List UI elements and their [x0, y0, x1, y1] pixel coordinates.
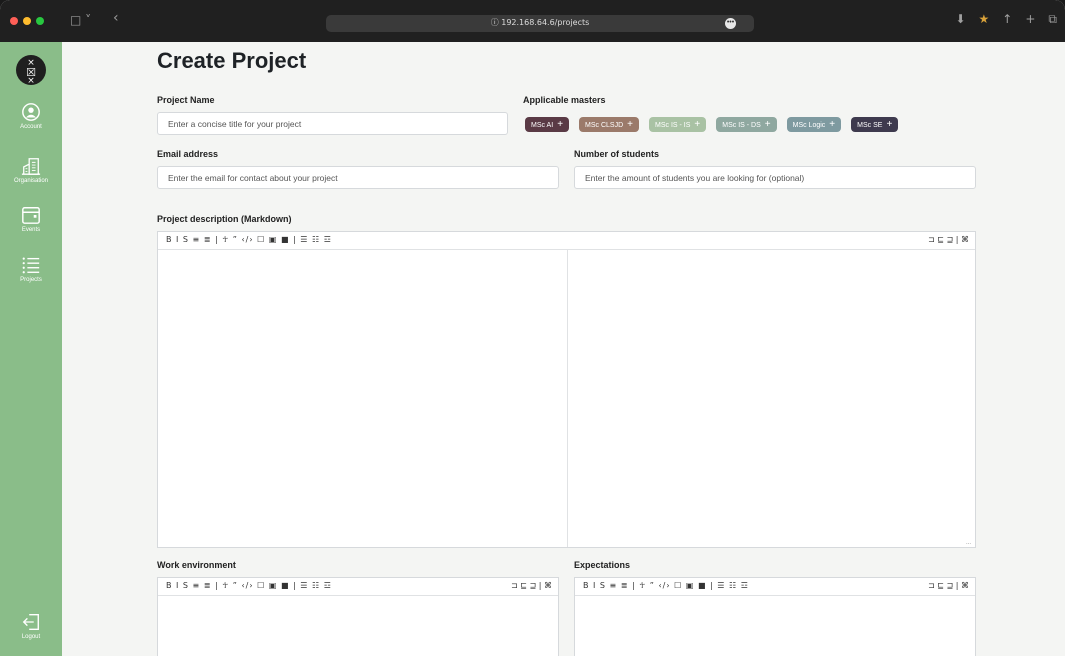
view-mode-tools[interactable]: ⊐ ⊑ ⊒ | ⌘ — [511, 581, 552, 590]
logout-icon — [22, 614, 39, 630]
formatting-tools[interactable]: B I S ≡ ≣ | ☥ ” ‹/› ☐ ▣ ■ | ☰ ☷ ☲ — [583, 581, 749, 590]
masters-chip-group: MSc AI + MSc CLSJD + MSc IS - IS + MSc IS -… — [525, 117, 899, 132]
new-tab-icon[interactable]: + — [1025, 12, 1035, 27]
maximize-window-button[interactable] — [36, 17, 44, 25]
chip-msc-is-ds[interactable]: MSc IS - DS + — [716, 117, 777, 132]
share-icon[interactable]: ↑ — [1002, 12, 1012, 27]
add-icon[interactable]: + — [886, 119, 892, 130]
browser-titlebar: □ ˅ ‹ ⓘ 192.168.64.6/projects ••• ⬇ ★ ↑ … — [0, 0, 1065, 42]
extension-icon[interactable]: ★ — [979, 12, 990, 27]
resize-handle[interactable]: ... — [966, 540, 971, 546]
add-icon[interactable]: + — [627, 119, 633, 130]
download-icon[interactable]: ⬇ — [955, 12, 965, 27]
sidebar-item-label: Account — [20, 124, 42, 130]
window-controls — [10, 17, 44, 25]
email-label: Email address — [157, 149, 219, 159]
calendar-icon — [22, 207, 40, 224]
expectations-editor[interactable]: B I S ≡ ≣ | ☥ ” ‹/› ☐ ▣ ■ | ☰ ☷ ☲ ⊐ ⊑ ⊒ … — [574, 577, 976, 656]
email-field[interactable]: Enter the email for contact about your p… — [157, 166, 559, 189]
work-environment-editor[interactable]: B I S ≡ ≣ | ☥ ” ‹/› ☐ ▣ ■ | ☰ ☷ ☲ ⊐ ⊑ ⊒ … — [157, 577, 559, 656]
minimize-window-button[interactable] — [23, 17, 31, 25]
project-name-input[interactable]: Enter a concise title for your project — [157, 112, 508, 135]
chip-msc-se[interactable]: MSc SE + — [851, 117, 899, 132]
editor-toolbar: B I S ≡ ≣ | ☥ ” ‹/› ☐ ▣ ■ | ☰ ☷ ☲ ⊐ ⊑ ⊒ … — [158, 232, 975, 250]
chip-msc-clsjd[interactable]: MSc CLSJD + — [579, 117, 639, 132]
back-icon[interactable]: ‹ — [113, 11, 119, 25]
page-title: Create Project — [157, 48, 307, 73]
work-environment-label: Work environment — [157, 560, 236, 570]
logout-button[interactable]: Logout — [0, 612, 62, 640]
organisation-icon — [21, 158, 41, 175]
sidebar-item-organisation[interactable]: Organisation — [0, 156, 62, 184]
sidebar-item-account[interactable]: Account — [0, 102, 62, 130]
sidebar-toggle-icon[interactable]: □ ˅ — [70, 13, 91, 27]
close-window-button[interactable] — [10, 17, 18, 25]
browser-window: □ ˅ ‹ ⓘ 192.168.64.6/projects ••• ⬇ ★ ↑ … — [0, 0, 1065, 656]
view-mode-tools[interactable]: ⊐ ⊑ ⊒ | ⌘ — [928, 581, 969, 590]
page-menu-icon[interactable]: ••• — [725, 18, 736, 29]
editor-toolbar: B I S ≡ ≣ | ☥ ” ‹/› ☐ ▣ ■ | ☰ ☷ ☲ ⊐ ⊑ ⊒ … — [575, 578, 975, 596]
tabs-overview-icon[interactable]: ⧉ — [1048, 12, 1057, 27]
editor-toolbar: B I S ≡ ≣ | ☥ ” ‹/› ☐ ▣ ■ | ☰ ☷ ☲ ⊐ ⊑ ⊒ … — [158, 578, 558, 596]
editor-split-divider — [567, 250, 568, 547]
description-editor[interactable]: B I S ≡ ≣ | ☥ ” ‹/› ☐ ▣ ■ | ☰ ☷ ☲ ⊐ ⊑ ⊒ … — [157, 231, 976, 548]
university-logo[interactable]: × ☒ × — [16, 55, 46, 86]
chip-msc-logic[interactable]: MSc Logic + — [786, 117, 842, 132]
sidebar-item-label: Projects — [20, 277, 42, 283]
project-name-label: Project Name — [157, 95, 215, 105]
list-icon — [22, 257, 40, 274]
account-icon — [22, 103, 40, 121]
sidebar-item-events[interactable]: Events — [0, 205, 62, 233]
view-mode-tools[interactable]: ⊐ ⊑ ⊒ | ⌘ — [928, 235, 969, 244]
address-bar[interactable]: ⓘ 192.168.64.6/projects ••• — [326, 15, 754, 32]
expectations-label: Expectations — [574, 560, 631, 570]
formatting-tools[interactable]: B I S ≡ ≣ | ☥ ” ‹/› ☐ ▣ ■ | ☰ ☷ ☲ — [166, 581, 332, 590]
chip-msc-ai[interactable]: MSc AI + — [525, 117, 570, 132]
add-icon[interactable]: + — [765, 119, 771, 130]
logout-label: Logout — [21, 634, 41, 640]
url-text: ⓘ 192.168.64.6/projects — [326, 17, 754, 28]
description-label: Project description (Markdown) — [157, 214, 292, 224]
toolbar-actions: ⬇ ★ ↑ + ⧉ — [955, 12, 1057, 27]
sidebar-item-label: Events — [21, 227, 41, 233]
sidebar-item-projects[interactable]: Projects — [0, 255, 62, 283]
site-info-icon: ⓘ — [490, 18, 499, 27]
add-icon[interactable]: + — [694, 119, 700, 130]
sidebar-item-label: Organisation — [13, 178, 49, 184]
url-value: 192.168.64.6/projects — [501, 18, 590, 27]
add-icon[interactable]: + — [829, 119, 835, 130]
main-content: Create Project Project Name Enter a conc… — [62, 42, 1065, 656]
students-label: Number of students — [574, 149, 660, 159]
app-sidebar: × ☒ × Account Organisation Events Projec… — [0, 42, 62, 656]
masters-label: Applicable masters — [523, 95, 606, 105]
students-field[interactable]: Enter the amount of students you are loo… — [574, 166, 976, 189]
formatting-tools[interactable]: B I S ≡ ≣ | ☥ ” ‹/› ☐ ▣ ■ | ☰ ☷ ☲ — [166, 235, 332, 244]
chip-msc-is-is[interactable]: MSc IS - IS + — [649, 117, 707, 132]
add-icon[interactable]: + — [557, 119, 563, 130]
